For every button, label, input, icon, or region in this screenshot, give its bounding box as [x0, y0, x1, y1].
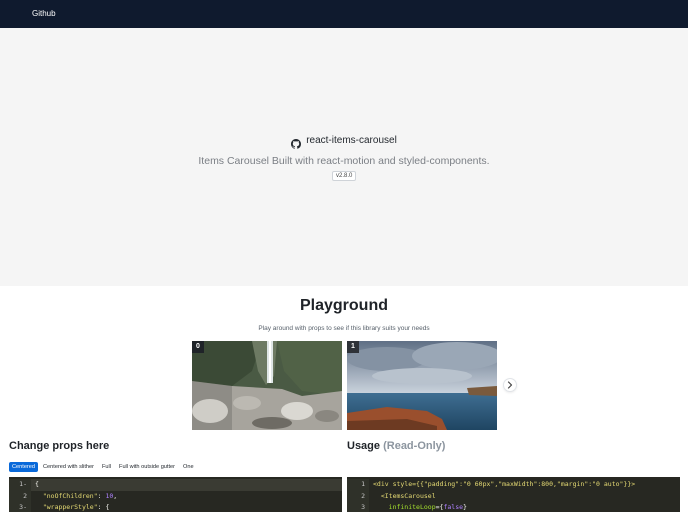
- hero-title-row: react-items-carousel: [0, 135, 688, 149]
- line-number: 1-: [9, 479, 31, 491]
- card-index-badge: 1: [347, 341, 359, 353]
- card-index-badge: 0: [192, 341, 204, 353]
- code-text: <div style={{"padding":"0 60px","maxWidt…: [373, 480, 636, 488]
- code-text: "wrapperStyle": {: [42, 503, 110, 511]
- code-line: 3 infiniteLoop={false}: [347, 502, 680, 512]
- code-text: <ItemsCarousel: [373, 491, 436, 500]
- code-text: infiniteLoop={false}: [388, 503, 467, 511]
- coast-image: [347, 341, 497, 430]
- code-text: "noOfChildren": 10,: [42, 491, 118, 500]
- line-number: 2: [9, 490, 31, 502]
- line-number: 3-: [9, 502, 31, 512]
- code-line: 1 <div style={{"padding":"0 60px","maxWi…: [347, 479, 680, 491]
- usage-code-viewer: 1 <div style={{"padding":"0 60px","maxWi…: [347, 477, 680, 512]
- line-number: 1: [347, 479, 369, 491]
- carousel-card: 0: [192, 341, 342, 430]
- github-icon[interactable]: [291, 136, 302, 149]
- tab-centered[interactable]: Centered: [9, 462, 39, 472]
- playground-title: Playground: [299, 297, 388, 314]
- usage-title-suffix: (Read-Only): [383, 440, 446, 452]
- usage-title-text: Usage: [347, 440, 381, 452]
- tab-centered-with-slither[interactable]: Centered with slither: [40, 462, 97, 472]
- code-line: 1- {: [9, 479, 342, 491]
- playground-subtitle: Play around with props to see if this li…: [258, 325, 430, 332]
- navbar: Github: [0, 0, 688, 28]
- tab-one[interactable]: One: [180, 462, 197, 472]
- carousel-next-button[interactable]: [503, 378, 517, 392]
- github-nav-link[interactable]: Github: [32, 9, 56, 18]
- hero-subtitle: Items Carousel Built with react-motion a…: [198, 155, 490, 167]
- line-number: 3: [347, 502, 369, 512]
- code-line: 2 "noOfChildren": 10,: [9, 490, 342, 502]
- tab-full[interactable]: Full: [99, 462, 114, 472]
- hero-title: react-items-carousel: [306, 135, 397, 146]
- props-panel-title: Change props here: [9, 440, 110, 452]
- preset-tabs: Centered Centered with slither Full Full…: [9, 462, 199, 472]
- version-badge: v2.8.0: [332, 171, 357, 181]
- hero-section: react-items-carousel Items Carousel Buil…: [0, 28, 688, 286]
- code-line: 3- "wrapperStyle": {: [9, 502, 342, 512]
- carousel-card: 1: [347, 341, 497, 430]
- props-editor[interactable]: 1- { 2 "noOfChildren": 10, 3- "wrapperSt…: [9, 477, 342, 512]
- code-text: {: [35, 480, 39, 488]
- waterfall-image: [192, 341, 342, 430]
- usage-panel-title: Usage (Read-Only): [347, 440, 445, 452]
- tab-full-with-outside-gutter[interactable]: Full with outside gutter: [116, 462, 178, 472]
- chevron-right-icon: [507, 381, 513, 389]
- line-number: 2: [347, 490, 369, 502]
- code-line: 2 <ItemsCarousel: [347, 490, 680, 502]
